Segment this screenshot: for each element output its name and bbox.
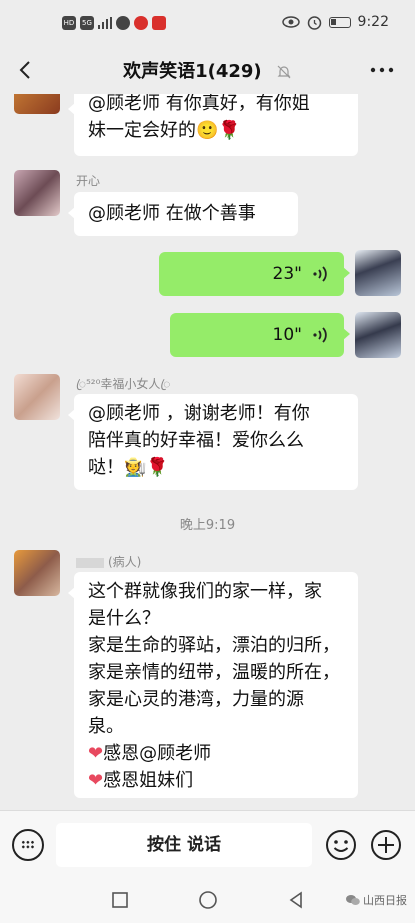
signal-bars-icon <box>98 17 112 29</box>
message-line: 家是亲情的纽带，温暖的所在， <box>88 662 340 683</box>
message-bubble[interactable]: 这个群就像我们的家一样，家 是什么？ 家是生命的驿站，漂泊的归所， 家是亲情的纽… <box>68 572 358 798</box>
voice-duration: 10" <box>272 324 302 345</box>
avatar[interactable] <box>14 374 60 420</box>
battery-icon <box>328 16 351 28</box>
message-line: 感恩姐妹们 <box>103 770 194 791</box>
input-bar: 按住 说话 <box>0 810 415 878</box>
voice-message-bubble[interactable]: 23" <box>159 252 350 296</box>
alarm-icon <box>307 15 321 30</box>
sender-nickname: (病人) <box>108 555 142 569</box>
watermark: 山西日报 <box>346 892 407 908</box>
voice-wave-icon <box>313 266 327 282</box>
message-line: @顾老师 ，谢谢老师！有你 <box>88 403 310 424</box>
bell-off-icon <box>277 65 291 79</box>
sender-nickname: 开心 <box>76 174 101 188</box>
weibo-icon <box>134 16 148 30</box>
app-icon <box>116 16 130 30</box>
chat-title: 欢声笑语1(429) <box>123 61 262 82</box>
avatar[interactable] <box>14 550 60 596</box>
square-icon[interactable] <box>110 890 130 910</box>
message-line-with-heart: ❤感恩姐妹们 <box>88 767 344 794</box>
hd-icon: HD <box>62 16 76 30</box>
chat-header: 欢声笑语1(429) <box>0 48 415 94</box>
message-bubble[interactable]: @顾老师 有你真好，有你姐 妹一定会好的🙂🌹 <box>68 94 358 156</box>
my-avatar[interactable] <box>355 312 401 358</box>
more-dots-icon[interactable] <box>369 60 395 80</box>
timestamp: 晚上9:19 <box>179 518 236 533</box>
heart-icon: ❤ <box>88 770 104 791</box>
message-line: 哒！🧑‍🌾🌹 <box>88 457 169 478</box>
message-line: 家是生命的驿站，漂泊的归所， <box>88 635 340 656</box>
signal-5g-icon: 5G <box>80 16 94 30</box>
emoji-icon[interactable] <box>325 829 357 861</box>
message-bubble[interactable]: @顾老师 在做个善事 <box>68 192 298 236</box>
message-line: 家是心灵的港湾，力量的源 <box>88 689 304 710</box>
circle-icon[interactable] <box>198 890 218 910</box>
wechat-icon <box>346 895 360 905</box>
heart-icon: ❤ <box>88 743 104 764</box>
message-line: 陪伴真的好幸福！爱你么么 <box>88 430 304 451</box>
message-line: 这个群就像我们的家一样，家 <box>88 581 322 602</box>
voice-duration: 23" <box>272 263 302 284</box>
my-avatar[interactable] <box>355 250 401 296</box>
status-left-icons: HD 5G <box>62 16 166 30</box>
chat-area[interactable]: @顾老师 有你真好，有你姐 妹一定会好的🙂🌹 开心 @顾老师 在做个善事 23"… <box>0 94 415 810</box>
avatar[interactable] <box>14 94 60 114</box>
hold-to-talk-button[interactable]: 按住 说话 <box>56 823 312 867</box>
triangle-back-icon[interactable] <box>286 890 306 910</box>
watermark-text: 山西日报 <box>363 894 407 907</box>
voice-message-bubble[interactable]: 10" <box>170 313 350 357</box>
message-line: 感恩@顾老师 <box>103 743 212 764</box>
message-line: @顾老师 有你真好，有你姐 <box>88 94 310 114</box>
blurred-name <box>76 557 104 568</box>
message-line: 是什么？ <box>88 608 160 629</box>
avatar[interactable] <box>14 170 60 216</box>
status-bar: HD 5G 9:22 <box>0 0 415 48</box>
message-bubble[interactable]: @顾老师 ，谢谢老师！有你 陪伴真的好幸福！爱你么么 哒！🧑‍🌾🌹 <box>68 394 358 490</box>
message-line: 泉。 <box>88 716 124 737</box>
status-right: 9:22 <box>281 14 389 30</box>
keyboard-icon[interactable] <box>12 829 44 861</box>
message-line: @顾老师 在做个善事 <box>88 203 256 224</box>
plus-icon[interactable] <box>370 829 402 861</box>
status-time: 9:22 <box>357 14 389 30</box>
sender-nickname-wrap: (病人) <box>76 553 141 570</box>
voice-wave-icon <box>313 327 327 343</box>
news-icon <box>152 16 166 30</box>
message-line-with-heart: ❤感恩@顾老师 <box>88 740 344 767</box>
system-nav-bar: 山西日报 <box>0 878 415 923</box>
eye-icon <box>281 16 300 28</box>
message-line: 妹一定会好的🙂🌹 <box>88 120 241 141</box>
chat-title-wrap: 欢声笑语1(429) <box>0 57 415 83</box>
